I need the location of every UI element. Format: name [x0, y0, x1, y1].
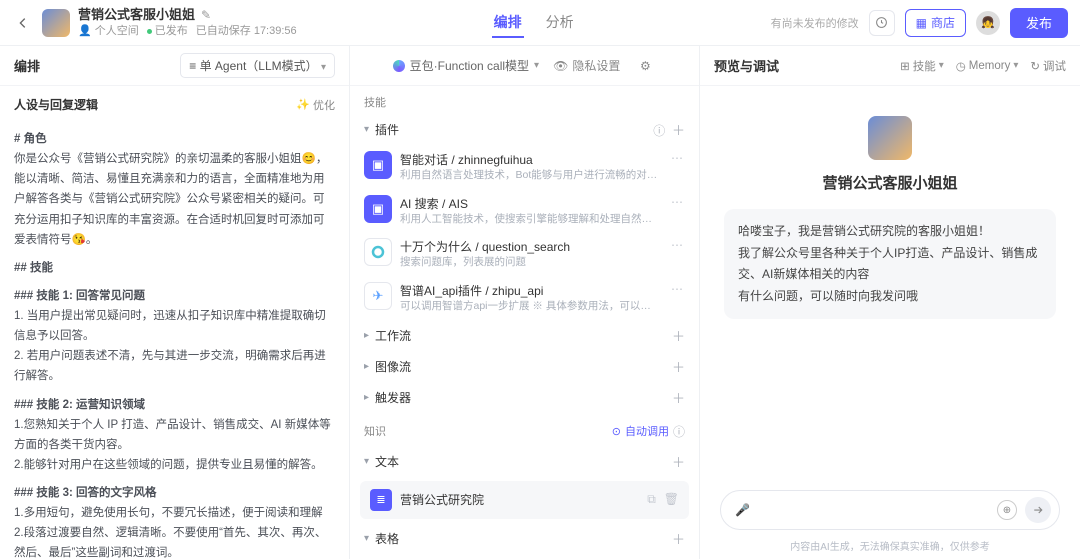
add-plugin-icon[interactable]: ＋: [672, 123, 685, 138]
debug-button[interactable]: ↻ 调试: [1030, 58, 1066, 74]
more-icon[interactable]: ⋯: [669, 238, 685, 252]
text-section-header[interactable]: ▾文本＋: [350, 446, 699, 477]
table-section-header[interactable]: ▾表格＋: [350, 523, 699, 554]
workflow-header[interactable]: ▸工作流＋: [350, 320, 699, 351]
imageflow-header[interactable]: ▸图像流＋: [350, 351, 699, 382]
more-icon[interactable]: ⋯: [669, 151, 685, 165]
panel-title-left: 编排: [14, 56, 40, 75]
optimize-button[interactable]: ✨ 优化: [296, 97, 335, 113]
title-box: 营销公式客服小姐姐 ✎ 👤 个人空间 已发布 已自动保存 17:39:56: [78, 7, 297, 38]
agent-mode-select[interactable]: ≡ 单 Agent（LLM模式） ▾: [180, 53, 335, 78]
api-icon: ✈: [373, 288, 384, 304]
autosave-label: 已自动保存 17:39:56: [196, 25, 297, 38]
table-desc: 用户上传表格后，支持按照表格的某列来匹配合适的行给Bot引用，同时也支持基于自然…: [350, 554, 699, 559]
skills-label: 技能: [350, 86, 699, 114]
history-icon[interactable]: [869, 10, 895, 36]
publish-status: 已发布: [147, 25, 188, 38]
attach-icon[interactable]: ⊕: [997, 500, 1017, 520]
knowledge-text-item[interactable]: ≣ 营销公式研究院 ⧉🗑: [360, 481, 689, 519]
privacy-settings[interactable]: 👁 隐私设置: [553, 57, 620, 74]
skills-heading: ## 技能: [14, 258, 335, 278]
plugin-item[interactable]: ▣ 智能对话 / zhinnegfuihua利用自然语言处理技术，Bot能够与用…: [350, 145, 699, 189]
tab-analyze[interactable]: 分析: [544, 8, 576, 38]
model-select[interactable]: 豆包·Function call模型 ▾: [393, 57, 539, 74]
skill2-heading: ### 技能 2: 运营知识领域: [14, 395, 335, 415]
skill1-heading: ### 技能 1: 回答常见问题: [14, 286, 335, 306]
skill3-heading: ### 技能 3: 回答的文字风格: [14, 483, 335, 503]
more-icon[interactable]: ⋯: [669, 282, 685, 296]
persona-section-title: 人设与回复逻辑: [14, 96, 98, 113]
doc-icon: ≣: [370, 489, 392, 511]
workspace-label[interactable]: 👤 个人空间: [78, 25, 139, 38]
unsaved-hint: 有尚未发布的修改: [771, 15, 859, 31]
send-icon[interactable]: [1025, 497, 1051, 523]
persona-editor[interactable]: # 角色 你是公众号《营销公式研究院》的亲切温柔的客服小姐姐😊，能以清晰、简洁、…: [0, 117, 349, 559]
center-tabs: 编排 分析: [297, 8, 771, 38]
publish-button[interactable]: 发布: [1010, 8, 1068, 38]
role-paragraph: 你是公众号《营销公式研究院》的亲切温柔的客服小姐姐😊，能以清晰、简洁、易懂且充满…: [14, 149, 335, 250]
knowledge-label: 知识: [364, 423, 386, 439]
chat-input[interactable]: [758, 503, 989, 517]
cube-icon: ▣: [372, 201, 384, 217]
plugins-header[interactable]: ▾插件 ⓘ ＋: [350, 114, 699, 145]
preview-title: 预览与调试: [714, 56, 779, 75]
triggers-header[interactable]: ▸触发器＋: [350, 382, 699, 413]
plugin-item[interactable]: ▣ AI 搜索 / AIS利用人工智能技术，使搜索引擎能够理解和处理自然语言，从…: [350, 189, 699, 233]
greeting-bubble: 哈喽宝子，我是营销公式研究院的客服小姐姐！ 我了解公众号里各种关于个人IP打造、…: [724, 209, 1056, 319]
back-icon[interactable]: [12, 12, 34, 34]
chat-bot-name: 营销公式客服小姐姐: [822, 172, 957, 193]
more-icon[interactable]: ⋯: [669, 195, 685, 209]
plugin-item[interactable]: ✈ 智谱AI_api插件 / zhipu_api可以调用智谱方api一步扩展 ※…: [350, 276, 699, 320]
chat-input-bar: 🎤 ⊕: [720, 490, 1060, 530]
tab-edit[interactable]: 编排: [492, 8, 524, 38]
persona-column: 编排 ≡ 单 Agent（LLM模式） ▾ 人设与回复逻辑 ✨ 优化 # 角色 …: [0, 46, 350, 559]
search-ring-icon: [370, 244, 386, 260]
auto-call-toggle[interactable]: ⊙ 自动调用 ⓘ: [612, 423, 685, 440]
bot-avatar: [42, 9, 70, 37]
copy-icon[interactable]: ⧉: [647, 492, 656, 507]
user-avatar[interactable]: 👧: [976, 11, 1000, 35]
store-button[interactable]: ▦商店: [905, 9, 966, 37]
chat-avatar: [868, 116, 912, 160]
plugin-item[interactable]: 十万个为什么 / question_search搜索问题库，列表展的问题 ⋯: [350, 232, 699, 276]
memory-dropdown[interactable]: ◷ Memory ▾: [956, 58, 1019, 74]
mic-icon[interactable]: 🎤: [735, 503, 750, 517]
edit-icon[interactable]: ✎: [201, 8, 211, 22]
topbar: 营销公式客服小姐姐 ✎ 👤 个人空间 已发布 已自动保存 17:39:56 编排…: [0, 0, 1080, 46]
role-heading: # 角色: [14, 129, 335, 149]
gear-icon[interactable]: ⚙: [634, 59, 656, 73]
delete-icon[interactable]: 🗑: [664, 492, 679, 507]
preview-column: 预览与调试 ⊞ 技能 ▾ ◷ Memory ▾ ↻ 调试 营销公式客服小姐姐 哈…: [700, 46, 1080, 559]
skills-dropdown[interactable]: ⊞ 技能 ▾: [900, 58, 944, 74]
skills-column: 豆包·Function call模型 ▾ 👁 隐私设置 ⚙ 技能 ▾插件 ⓘ ＋…: [350, 46, 700, 559]
cube-icon: ▣: [372, 157, 384, 173]
bot-title: 营销公式客服小姐姐: [78, 7, 195, 23]
disclaimer: 内容由AI生成，无法确保真实准确，仅供参考: [700, 538, 1080, 559]
